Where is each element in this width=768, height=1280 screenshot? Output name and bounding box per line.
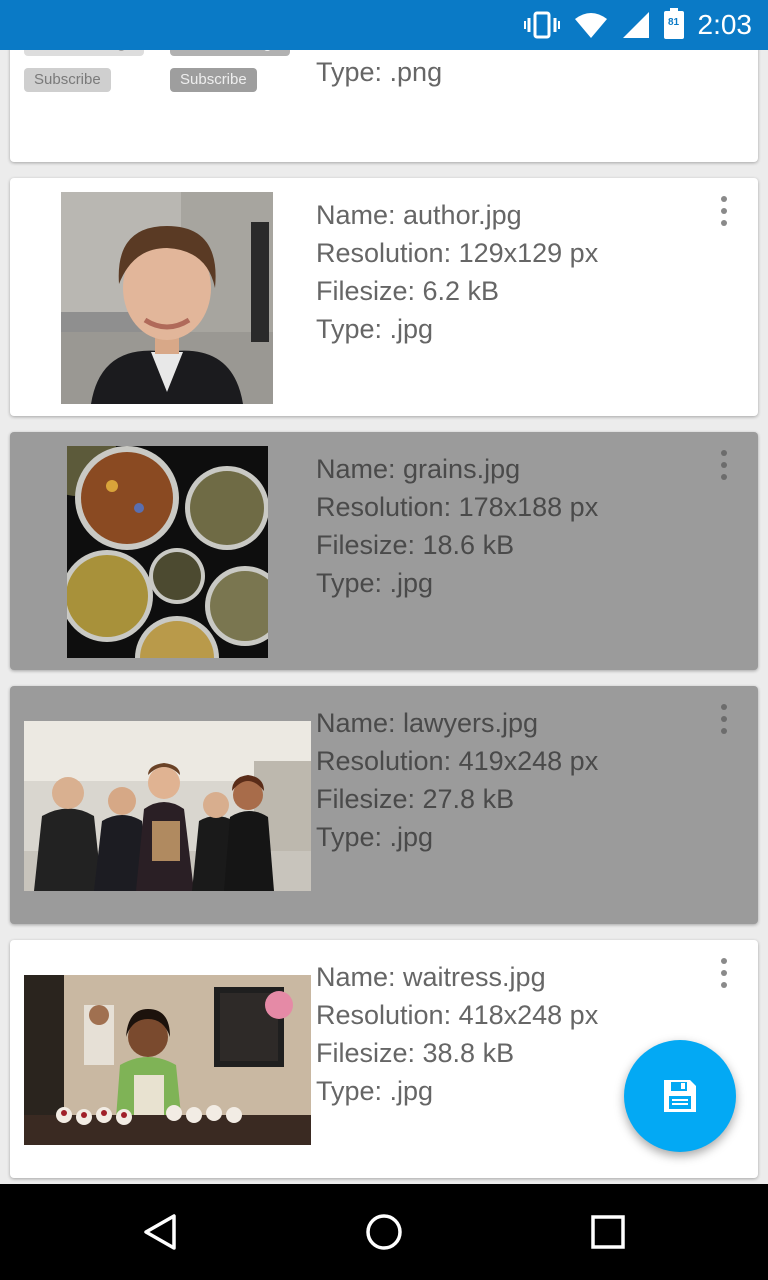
file-meta: Name: grains.jpg Resolution: 178x188 px … — [316, 450, 598, 602]
back-icon[interactable] — [140, 1212, 180, 1252]
file-size: Filesize: 18.6 kB — [316, 530, 515, 560]
file-name: Name: grains.jpg — [316, 454, 521, 484]
file-meta: Type: .png — [316, 53, 442, 91]
image-list[interactable]: Send message Send message Subscribe Subs… — [0, 0, 768, 1184]
file-size: Filesize: 38.8 kB — [316, 1038, 515, 1068]
file-meta: Name: lawyers.jpg Resolution: 419x248 px… — [316, 704, 598, 856]
subscribe-button[interactable]: Subscribe — [170, 68, 257, 92]
more-options-icon[interactable] — [714, 196, 734, 226]
status-time: 2:03 — [697, 9, 753, 40]
file-size: Filesize: 6.2 kB — [316, 276, 500, 306]
file-name: Name: waitress.jpg — [316, 962, 546, 992]
more-options-icon[interactable] — [714, 958, 734, 988]
file-name: Name: author.jpg — [316, 200, 522, 230]
wifi-icon — [574, 13, 607, 38]
battery-icon: 81 — [663, 8, 684, 39]
list-item[interactable]: Name: author.jpg Resolution: 129x129 px … — [10, 178, 758, 416]
vibrate-icon — [523, 11, 560, 39]
file-resolution: Resolution: 419x248 px — [316, 746, 599, 776]
file-meta: Name: waitress.jpg Resolution: 418x248 p… — [316, 958, 598, 1110]
list-item[interactable]: Name: lawyers.jpg Resolution: 419x248 px… — [10, 686, 758, 924]
thumbnail-image — [24, 975, 311, 1145]
save-fab-button[interactable] — [624, 1040, 736, 1152]
file-resolution: Resolution: 129x129 px — [316, 238, 599, 268]
thumbnail-image — [61, 192, 273, 404]
more-options-icon[interactable] — [714, 704, 734, 734]
home-icon[interactable] — [364, 1212, 404, 1252]
file-size: Filesize: 27.8 kB — [316, 784, 515, 814]
signal-icon — [622, 12, 649, 38]
battery-level: 81 — [667, 17, 680, 28]
navigation-bar — [0, 1184, 768, 1280]
file-type: Type: .jpg — [316, 568, 434, 598]
list-item[interactable]: Name: grains.jpg Resolution: 178x188 px … — [10, 432, 758, 670]
thumbnail-image — [24, 721, 311, 891]
more-options-icon[interactable] — [714, 450, 734, 480]
file-type: Type: .jpg — [316, 1076, 434, 1106]
subscribe-button[interactable]: Subscribe — [24, 68, 111, 92]
file-resolution: Resolution: 418x248 px — [316, 1000, 599, 1030]
thumbnail-image — [67, 446, 268, 658]
file-resolution: Resolution: 178x188 px — [316, 492, 599, 522]
file-type: Type: .jpg — [316, 314, 434, 344]
save-icon — [664, 1080, 696, 1112]
file-name: Name: lawyers.jpg — [316, 708, 539, 738]
status-bar: 81 2:03 — [0, 0, 768, 50]
recents-icon[interactable] — [588, 1212, 628, 1252]
file-meta: Name: author.jpg Resolution: 129x129 px … — [316, 196, 598, 348]
file-type: Type: .png — [316, 57, 443, 87]
file-type: Type: .jpg — [316, 822, 434, 852]
